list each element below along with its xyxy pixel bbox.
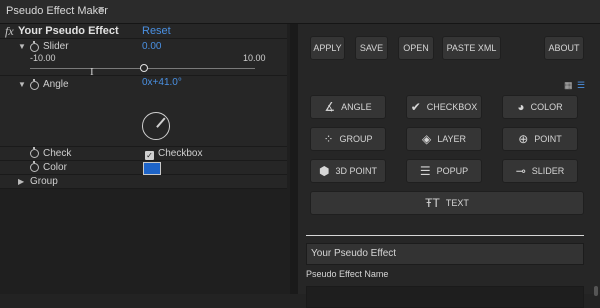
add-popup-button[interactable]: ☰ POPUP xyxy=(406,159,482,183)
title-bar: Pseudo Effect Maker ≡ xyxy=(0,0,600,24)
param-label-slider: Slider xyxy=(43,41,69,52)
group-param-row: ▶ Group xyxy=(0,175,287,189)
add-layer-button[interactable]: ◈ LAYER xyxy=(406,127,482,151)
grid-view-icon[interactable]: ▦ xyxy=(564,80,573,91)
collapse-arrow-icon[interactable]: ▼ xyxy=(18,80,26,89)
effect-title: Your Pseudo Effect xyxy=(18,25,119,37)
stopwatch-icon[interactable] xyxy=(30,161,39,172)
slider-value[interactable]: 0.00 xyxy=(142,41,161,52)
stopwatch-icon[interactable] xyxy=(30,147,39,158)
effect-header-row: fx Your Pseudo Effect Reset xyxy=(0,24,287,39)
angle-icon: ∡ xyxy=(324,100,336,114)
about-button[interactable]: ABOUT xyxy=(544,36,584,60)
check-checkbox[interactable]: ✓ xyxy=(145,151,154,160)
secondary-input-field[interactable] xyxy=(306,286,584,308)
add-3d-point-button[interactable]: ⬢ 3D POINT xyxy=(310,159,386,183)
angle-param-row: ▼ Angle 0x+41.0° xyxy=(0,76,287,147)
effect-name-input[interactable]: Your Pseudo Effect xyxy=(306,243,584,265)
layers-icon: ◈ xyxy=(421,132,432,146)
add-color-label: COLOR xyxy=(530,102,563,112)
add-text-button[interactable]: ŦT TEXT xyxy=(310,191,584,215)
add-point-label: POINT xyxy=(534,134,562,144)
list-view-icon[interactable]: ☰ xyxy=(577,80,585,91)
add-color-button[interactable]: ◕ COLOR xyxy=(502,95,578,119)
param-label-color: Color xyxy=(43,162,67,173)
angle-dial[interactable] xyxy=(142,112,170,140)
save-button[interactable]: SAVE xyxy=(355,36,388,60)
section-divider xyxy=(306,235,584,236)
expand-arrow-icon[interactable]: ▶ xyxy=(18,177,24,186)
reset-link[interactable]: Reset xyxy=(142,25,171,37)
cube-icon: ⬢ xyxy=(319,164,330,178)
angle-value[interactable]: 0x+41.0° xyxy=(142,77,182,88)
fx-icon[interactable]: fx xyxy=(5,24,14,39)
add-3d-point-label: 3D POINT xyxy=(335,166,377,176)
add-checkbox-label: CHECKBOX xyxy=(426,102,478,112)
add-slider-label: SLIDER xyxy=(531,166,565,176)
add-text-label: TEXT xyxy=(445,198,469,208)
slider-max-label: 10.00 xyxy=(243,53,266,63)
hamburger-menu-icon[interactable]: ≡ xyxy=(98,4,104,16)
param-label-check: Check xyxy=(43,148,72,159)
point-icon: ⊕ xyxy=(518,132,529,146)
param-label-angle: Angle xyxy=(43,79,69,90)
pseudo-effect-maker-panel: APPLY SAVE OPEN PASTE XML ABOUT ▦ ☰ ∡ AN… xyxy=(298,24,600,308)
add-group-label: GROUP xyxy=(339,134,373,144)
color-swatch[interactable] xyxy=(143,162,161,175)
effect-name-label: Pseudo Effect Name xyxy=(306,269,389,279)
collapse-arrow-icon[interactable]: ▼ xyxy=(18,42,26,51)
add-group-button[interactable]: ⁘ GROUP xyxy=(310,127,386,151)
angle-dial-needle xyxy=(156,117,166,128)
check-param-row: Check Checkbox xyxy=(0,147,287,161)
panel-tab-title[interactable]: Pseudo Effect Maker xyxy=(6,5,108,17)
slider-min-label: -10.00 xyxy=(30,53,56,63)
scrollbar-thumb[interactable] xyxy=(594,286,598,296)
param-label-group: Group xyxy=(30,176,58,187)
slider-handle[interactable] xyxy=(139,64,148,72)
add-angle-label: ANGLE xyxy=(341,102,372,112)
add-checkbox-button[interactable]: ✔ CHECKBOX xyxy=(406,95,482,119)
add-point-button[interactable]: ⊕ POINT xyxy=(502,127,578,151)
checkbox-icon: ✔ xyxy=(410,100,421,114)
effect-controls-panel: fx Your Pseudo Effect Reset ▼ Slider 0.0… xyxy=(0,24,290,294)
stopwatch-icon[interactable] xyxy=(30,79,39,90)
palette-icon: ◕ xyxy=(517,100,525,114)
stopwatch-icon[interactable] xyxy=(30,41,39,52)
add-layer-label: LAYER xyxy=(437,134,467,144)
popup-icon: ☰ xyxy=(419,164,431,178)
paste-xml-button[interactable]: PASTE XML xyxy=(442,36,501,60)
add-popup-label: POPUP xyxy=(436,166,469,176)
open-button[interactable]: OPEN xyxy=(398,36,434,60)
group-icon: ⁘ xyxy=(323,132,334,146)
add-slider-button[interactable]: ⊸ SLIDER xyxy=(502,159,578,183)
apply-button[interactable]: APPLY xyxy=(310,36,345,60)
slider-icon: ⊸ xyxy=(515,164,526,178)
checkbox-label: Checkbox xyxy=(158,148,203,159)
add-angle-button[interactable]: ∡ ANGLE xyxy=(310,95,386,119)
panel-divider xyxy=(290,24,298,294)
text-icon: ŦT xyxy=(425,196,440,210)
